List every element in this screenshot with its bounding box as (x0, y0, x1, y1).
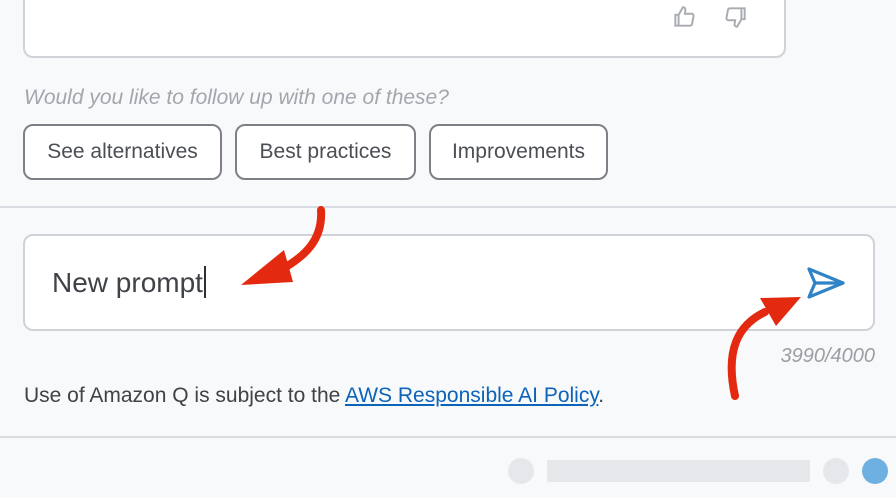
thumbs-up-icon[interactable] (671, 4, 697, 30)
status-indicator (823, 458, 849, 484)
thumbs-down-icon[interactable] (723, 4, 749, 30)
disclaimer-text: Use of Amazon Q is subject to the (24, 384, 345, 407)
prompt-input[interactable]: New prompt (23, 234, 875, 331)
prompt-input-value: New prompt (52, 267, 203, 298)
divider (0, 436, 896, 438)
best-practices-chip[interactable]: Best practices (235, 124, 416, 180)
responsible-ai-policy-link[interactable]: AWS Responsible AI Policy (345, 384, 598, 407)
send-icon[interactable] (805, 263, 847, 303)
divider (0, 206, 896, 208)
status-bar-placeholder (547, 460, 810, 482)
followup-label: Would you like to follow up with one of … (24, 86, 449, 109)
see-alternatives-chip[interactable]: See alternatives (23, 124, 222, 180)
improvements-chip[interactable]: Improvements (429, 124, 608, 180)
text-caret (203, 266, 206, 298)
disclaimer-period: . (598, 384, 605, 407)
status-indicator (508, 458, 534, 484)
status-indicator-active (862, 458, 888, 484)
character-counter: 3990/4000 (780, 345, 875, 367)
disclaimer: Use of Amazon Q is subject to the AWS Re… (24, 384, 604, 408)
previous-response-card (23, 0, 786, 58)
